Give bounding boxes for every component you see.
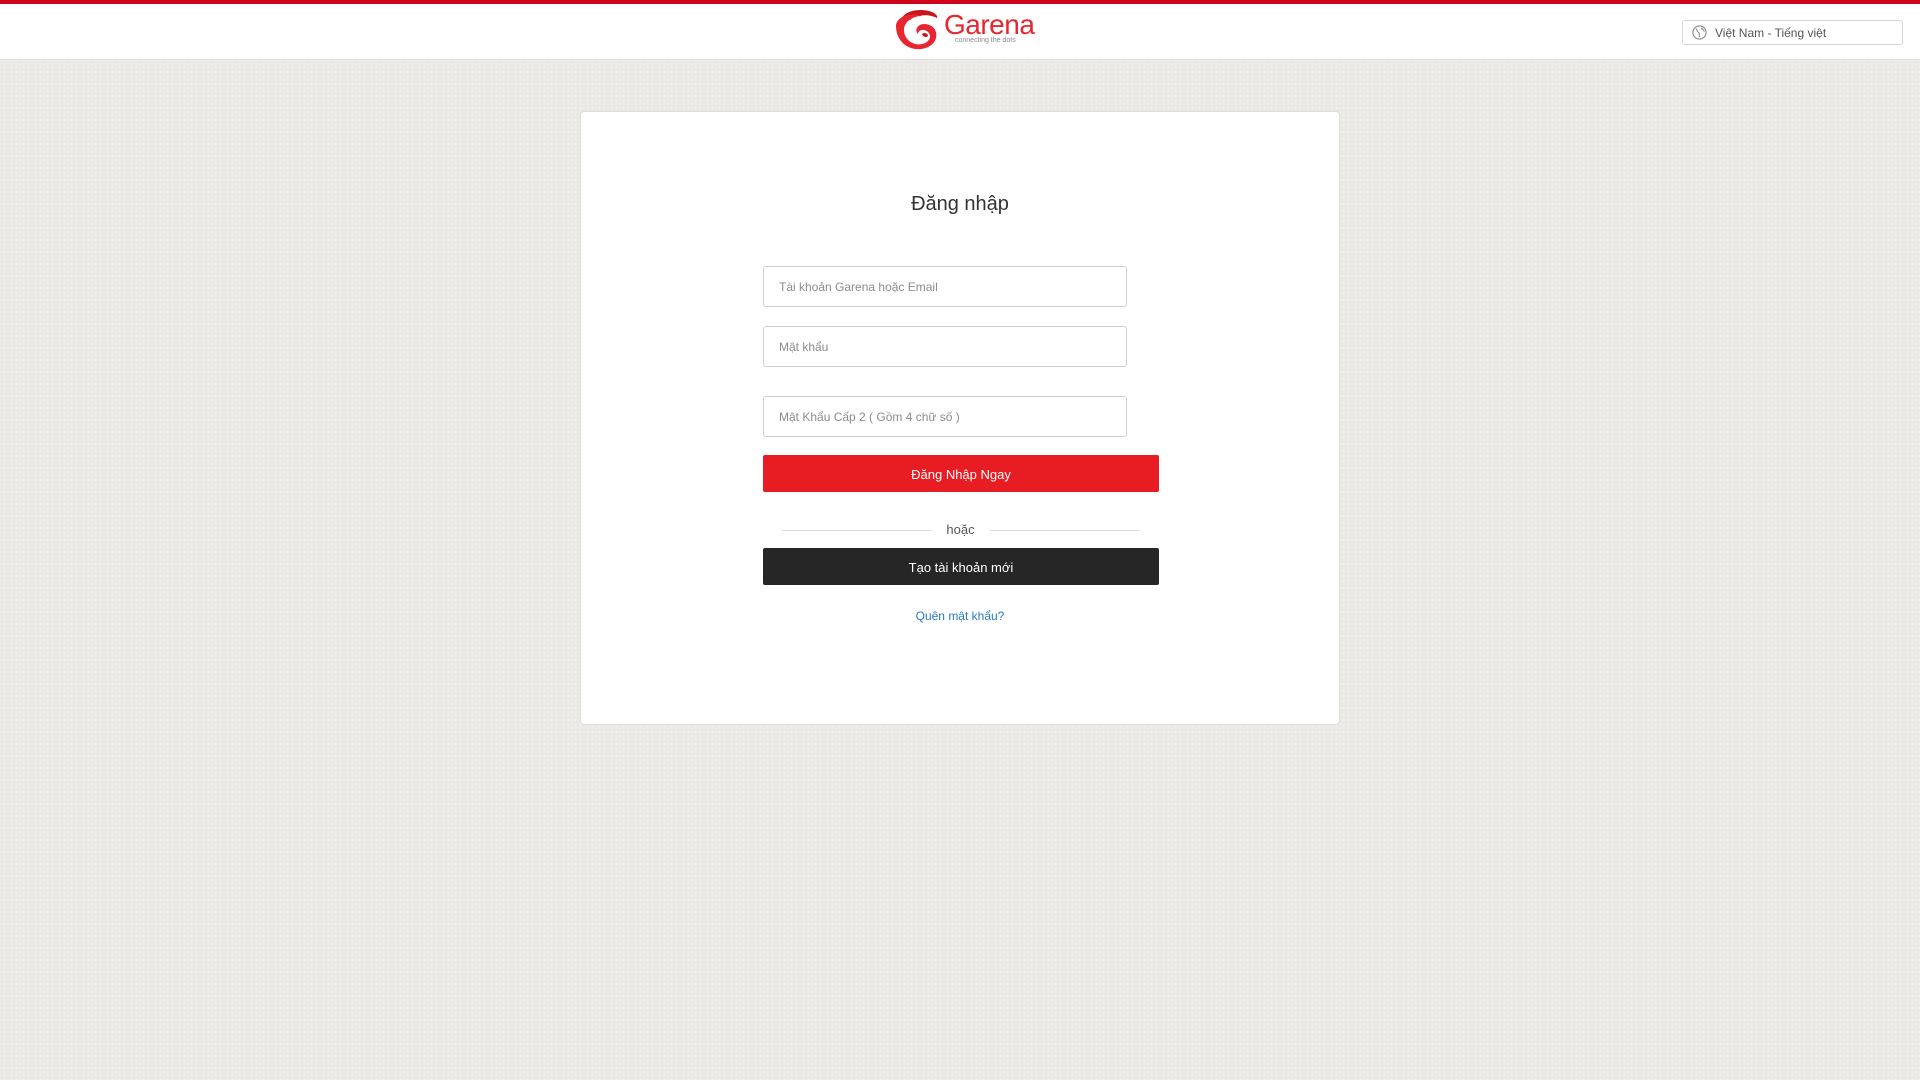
login-button[interactable]: Đăng Nhập Ngay bbox=[763, 455, 1159, 492]
account-input[interactable] bbox=[763, 266, 1127, 307]
globe-icon bbox=[1692, 25, 1707, 40]
garena-logo-mark-icon bbox=[896, 10, 938, 50]
header-bar: Garena connecting the dots Việt Nam - Ti… bbox=[0, 4, 1920, 60]
page-title: Đăng nhập bbox=[911, 193, 1009, 215]
logo-tagline: connecting the dots bbox=[955, 37, 1016, 44]
garena-logo[interactable]: Garena connecting the dots bbox=[892, 6, 1035, 54]
language-selector-label: Việt Nam - Tiếng việt bbox=[1715, 26, 1827, 40]
login-card: Đăng nhập Đăng Nhập Ngay hoặc Tạo tài kh… bbox=[580, 111, 1340, 725]
divider-line-right bbox=[990, 530, 1139, 531]
password-input[interactable] bbox=[763, 326, 1127, 367]
secondary-password-input[interactable] bbox=[763, 396, 1127, 437]
language-selector[interactable]: Việt Nam - Tiếng việt bbox=[1682, 20, 1903, 45]
logo-brand-text: Garena bbox=[944, 9, 1035, 40]
forgot-password-link[interactable]: Quên mật khẩu? bbox=[581, 609, 1339, 623]
divider-text: hoặc bbox=[946, 522, 975, 537]
divider-line-left bbox=[782, 530, 931, 531]
create-account-button[interactable]: Tạo tài khoản mới bbox=[763, 548, 1159, 585]
